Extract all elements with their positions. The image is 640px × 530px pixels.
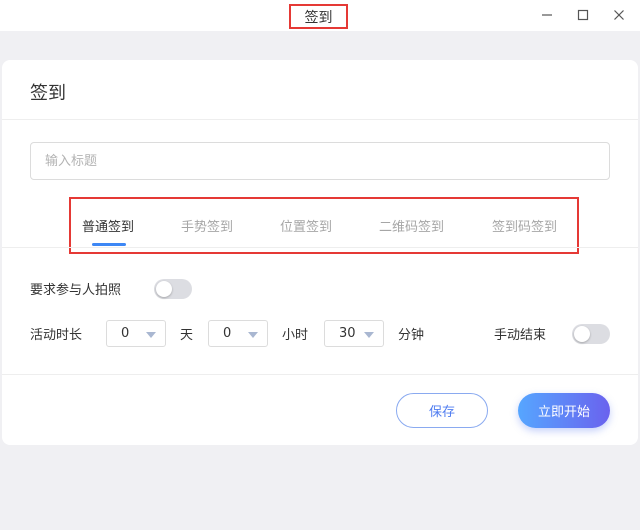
save-button[interactable]: 保存: [396, 393, 488, 428]
minutes-unit: 分钟: [398, 328, 425, 343]
duration-label: 活动时长: [30, 328, 83, 343]
tab-gesture-sign-in[interactable]: 手势签到: [181, 216, 233, 235]
header-divider: [2, 119, 638, 120]
start-now-button[interactable]: 立即开始: [518, 393, 610, 428]
window-titlebar: 签到: [0, 0, 640, 31]
toggle-knob: [156, 281, 172, 297]
days-unit: 天: [180, 328, 194, 343]
window-title: 签到: [289, 4, 348, 29]
maximize-icon: [577, 9, 589, 21]
footer-divider: [2, 374, 638, 375]
minutes-value: 30: [339, 326, 356, 341]
manual-end-toggle[interactable]: [572, 324, 610, 344]
title-input[interactable]: [30, 142, 610, 180]
days-select[interactable]: 0: [106, 320, 166, 347]
chevron-down-icon: [248, 332, 258, 338]
hours-unit: 小时: [282, 328, 309, 343]
manual-end-label: 手动结束: [494, 328, 547, 343]
dialog-title: 签到: [30, 83, 66, 104]
tab-location-sign-in[interactable]: 位置签到: [280, 216, 332, 235]
active-tab-indicator: [92, 243, 126, 246]
photo-requirement-toggle[interactable]: [154, 279, 192, 299]
toggle-knob: [574, 326, 590, 342]
photo-requirement-label: 要求参与人拍照: [30, 283, 122, 298]
sign-in-type-tabs: 普通签到 手势签到 位置签到 二维码签到 签到码签到: [69, 197, 579, 254]
hours-select[interactable]: 0: [208, 320, 268, 347]
days-value: 0: [121, 326, 130, 341]
tab-normal-sign-in[interactable]: 普通签到: [82, 216, 134, 235]
chevron-down-icon: [364, 332, 374, 338]
sign-in-dialog: 签到 普通签到 手势签到 位置签到 二维码签到 签到码签到 要求参与人拍照 活动…: [2, 60, 638, 445]
close-icon: [614, 10, 624, 20]
tab-code-sign-in[interactable]: 签到码签到: [492, 216, 557, 235]
hours-value: 0: [223, 326, 232, 341]
minutes-select[interactable]: 30: [324, 320, 384, 347]
chevron-down-icon: [146, 332, 156, 338]
minimize-icon: [542, 14, 552, 16]
tabs-divider: [2, 247, 638, 248]
maximize-button[interactable]: [572, 4, 594, 26]
minimize-button[interactable]: [536, 4, 558, 26]
tab-qrcode-sign-in[interactable]: 二维码签到: [379, 216, 444, 235]
close-button[interactable]: [608, 4, 630, 26]
